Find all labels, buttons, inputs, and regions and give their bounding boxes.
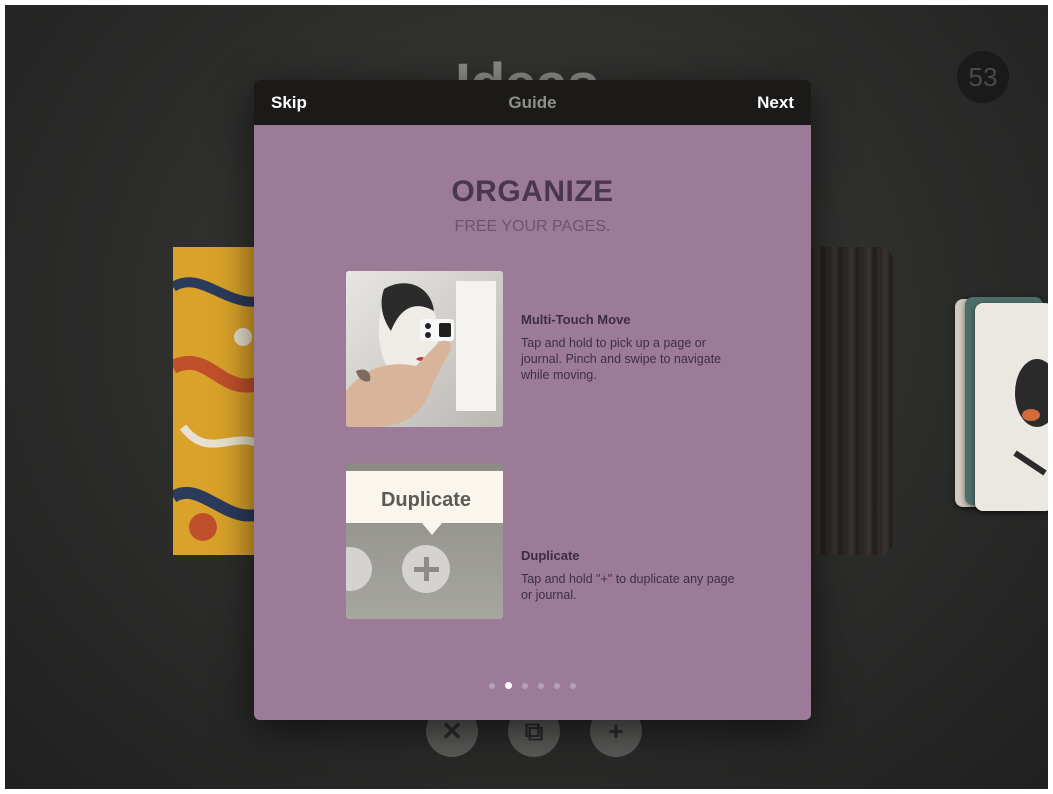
duplicate-tooltip-icon: Duplicate: [346, 463, 503, 593]
journal-stack[interactable]: [955, 295, 1048, 511]
guide-title: Guide: [508, 93, 557, 112]
multi-touch-photo-icon: [346, 271, 503, 427]
close-icon: ✕: [441, 716, 463, 746]
page-dot[interactable]: [489, 683, 495, 689]
page-dot[interactable]: [570, 683, 576, 689]
skip-button[interactable]: Skip: [271, 80, 307, 125]
page-dot[interactable]: [554, 683, 560, 689]
add-icon: +: [608, 716, 624, 746]
page-heading: ORGANIZE: [451, 175, 614, 208]
feature-description: Tap and hold "+" to duplicate any page o…: [521, 572, 735, 602]
duplicate-icon: ⧉: [524, 716, 544, 746]
multi-touch-image: [346, 271, 503, 427]
tooltip-label: Duplicate: [381, 489, 471, 511]
page-dot[interactable]: [522, 683, 528, 689]
feature-title: Multi-Touch Move: [521, 312, 631, 327]
guide-dialog: Guide Skip Next ORGANIZE FREE YOUR PAGES…: [254, 80, 811, 720]
page-dot[interactable]: [538, 683, 544, 689]
page-count-badge[interactable]: 53: [957, 51, 1009, 103]
guide-header: Guide Skip Next: [254, 80, 811, 125]
otter-illustration-icon: [1013, 359, 1048, 476]
duplicate-image: Duplicate: [346, 463, 503, 619]
page-dot-active[interactable]: [505, 682, 512, 689]
feature-title: Duplicate: [521, 548, 580, 563]
page-subheading: FREE YOUR PAGES.: [454, 218, 611, 235]
next-button[interactable]: Next: [757, 80, 794, 125]
feature-description: Tap and hold to pick up a page or journa…: [521, 336, 722, 382]
page-indicator: [254, 682, 811, 689]
stacked-page: [975, 303, 1048, 511]
guide-page: ORGANIZE FREE YOUR PAGES. Multi-Touch Mo…: [254, 125, 811, 720]
